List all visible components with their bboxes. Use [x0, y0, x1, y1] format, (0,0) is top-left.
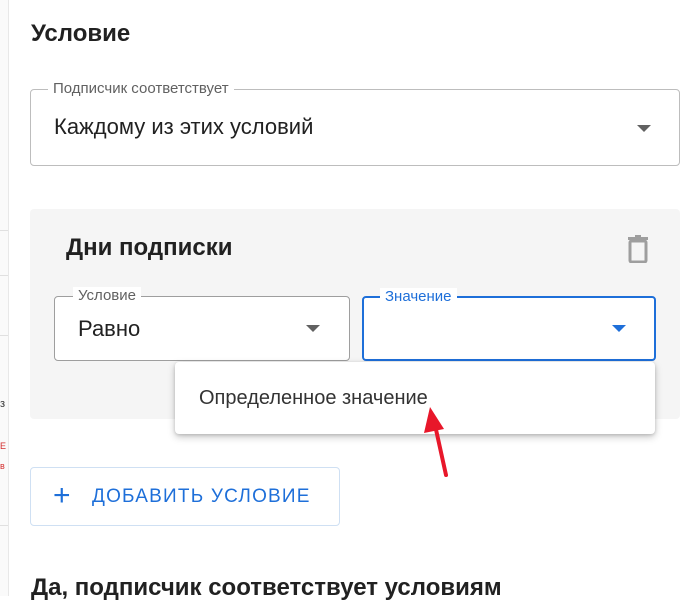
match-result-heading: Да, подписчик соответствует условиям — [31, 574, 502, 601]
caret-down-icon — [637, 125, 651, 132]
section-title: Условие — [31, 20, 131, 47]
plus-icon: + — [53, 479, 71, 512]
red-arrow-icon — [424, 407, 448, 477]
subscriber-match-value: Каждому из этих условий — [54, 114, 314, 139]
add-condition-button[interactable]: + ДОБАВИТЬ УСЛОВИЕ — [30, 467, 340, 526]
menu-item-label: Определенное значение — [199, 387, 428, 409]
menu-item-specific-value[interactable]: Определенное значение — [175, 372, 655, 424]
caret-down-icon — [306, 325, 320, 332]
add-condition-label: ДОБАВИТЬ УСЛОВИЕ — [92, 486, 311, 507]
condition-operator-select[interactable]: Условие Равно — [54, 287, 350, 361]
left-fragment-2: E — [0, 441, 7, 451]
left-fragment-1: з — [0, 398, 6, 410]
condition-value-select[interactable]: Значение — [362, 288, 656, 361]
trash-icon[interactable] — [627, 235, 649, 263]
condition-value-label: Значение — [380, 288, 457, 306]
value-dropdown-menu: Определенное значение — [175, 362, 655, 434]
condition-operator-value: Равно — [78, 316, 141, 341]
left-background-strip: з E в — [0, 0, 9, 596]
condition-card-title: Дни подписки — [66, 234, 233, 261]
caret-down-icon — [612, 325, 626, 332]
condition-operator-label: Условие — [73, 287, 141, 305]
left-fragment-3: в — [0, 461, 5, 471]
subscriber-match-label: Подписчик соответствует — [48, 80, 234, 98]
subscriber-match-select[interactable]: Подписчик соответствует Каждому из этих … — [30, 80, 680, 166]
